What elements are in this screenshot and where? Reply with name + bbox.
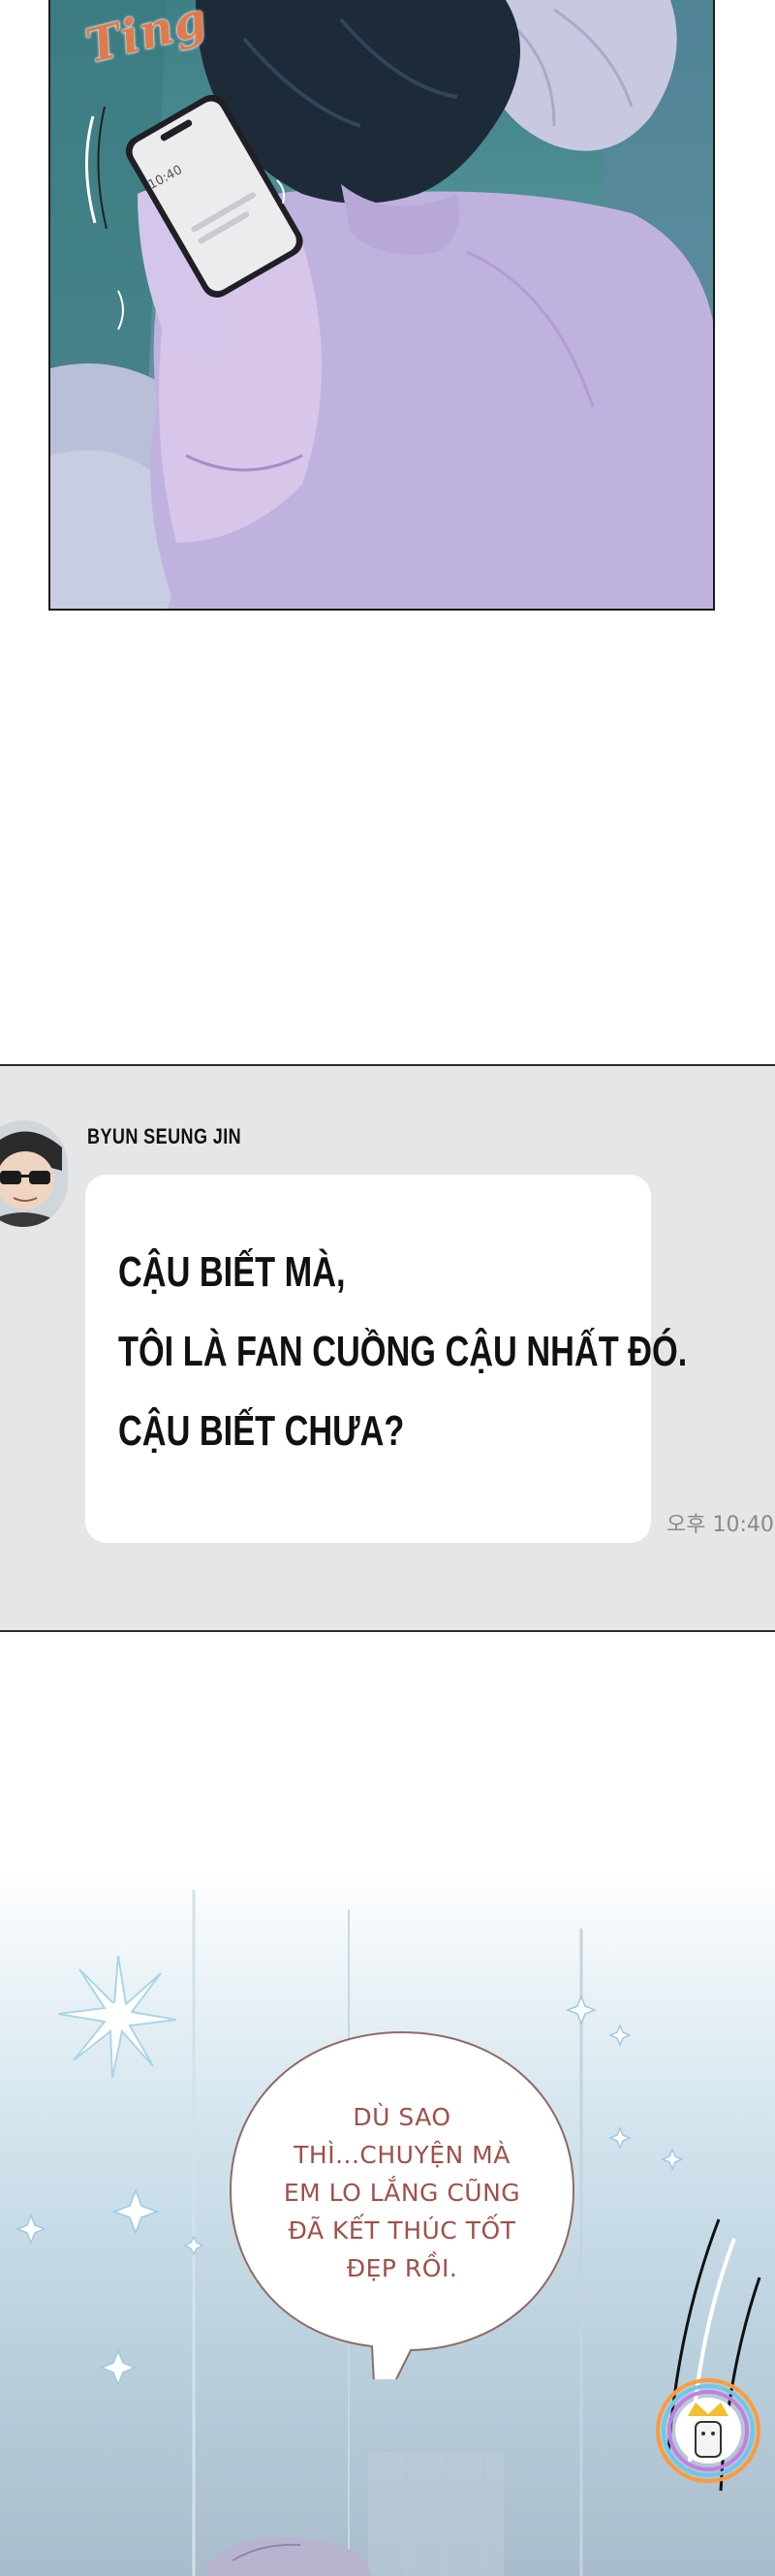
avatar-portrait-icon (0, 1120, 68, 1227)
speech-line: ĐẸP RỒI. (346, 2254, 458, 2282)
message-bubble: CẬU BIẾT MÀ, TÔI LÀ FAN CUỒNG CẬU NHẤT Đ… (85, 1175, 687, 1543)
sender-name: BYUN SEUNG JIN (87, 1124, 242, 1148)
speech-bubble: DÙ SAO THÌ...CHUYỆN MÀ EM LO LẮNG CŨNG Đ… (229, 2030, 575, 2379)
message-timestamp: 오후 10:40 (666, 1513, 774, 1537)
comic-panel-phone-scene: Ting 10:40 (48, 0, 715, 611)
comic-panel-hospital-scene: DÙ SAO THÌ...CHUYỆN MÀ EM LO LẮNG CŨNG Đ… (0, 1870, 775, 2576)
speech-text: DÙ SAO THÌ...CHUYỆN MÀ EM LO LẮNG CŨNG Đ… (229, 2098, 575, 2287)
crown-logo-icon (651, 2373, 765, 2488)
message-line: TÔI LÀ FAN CUỒNG CẬU NHẤT ĐÓ. (118, 1328, 688, 1375)
chat-panel: BYUN SEUNG JIN CẬU BIẾT MÀ, TÔI LÀ FAN C… (0, 1064, 775, 1632)
speech-line: ĐÃ KẾT THÚC TỐT (288, 2216, 516, 2245)
message-line: CẬU BIẾT MÀ, (118, 1248, 346, 1296)
speech-line: EM LO LẮNG CŨNG (283, 2179, 521, 2207)
message-line: CẬU BIẾT CHƯA? (118, 1407, 405, 1455)
speech-line: THÌ...CHUYỆN MÀ (294, 2141, 511, 2169)
speech-line: DÙ SAO (353, 2103, 451, 2131)
avatar (0, 1120, 68, 1227)
phone-scene-art (50, 0, 713, 609)
